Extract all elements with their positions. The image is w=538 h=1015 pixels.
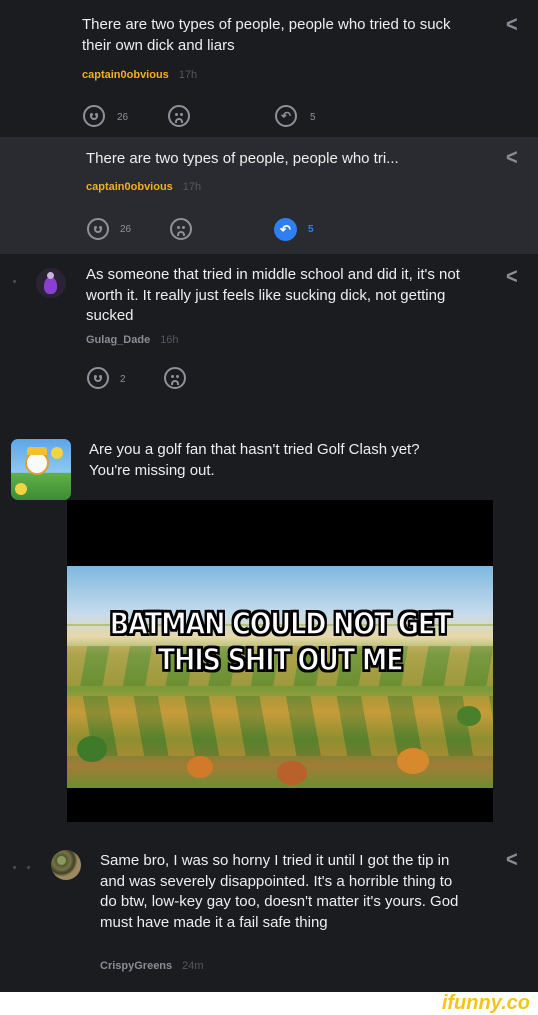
smile-icon[interactable]	[83, 105, 105, 127]
comment-meta: captain0obvious 17h	[86, 181, 201, 193]
avatar[interactable]	[36, 268, 66, 298]
thread-dot	[13, 280, 16, 283]
comment-text: As someone that tried in middle school a…	[86, 266, 460, 324]
avatar[interactable]	[51, 850, 81, 880]
unsmile-icon[interactable]	[168, 105, 190, 127]
thread-dot	[27, 866, 30, 869]
watermark-bar: ifunny.co	[0, 992, 538, 1015]
comment-text: There are two types of people, people wh…	[82, 16, 451, 54]
comment-time: 17h	[182, 181, 202, 193]
smile-count: 26	[117, 112, 129, 123]
reply-icon[interactable]: ↶	[275, 105, 297, 127]
comment-time: 17h	[178, 69, 198, 81]
reply-count: 5	[310, 112, 316, 123]
comment-meta: CrispyGreens 24m	[100, 960, 204, 972]
ad-video[interactable]: BATMAN COULD NOT GET THIS SHIT OUT ME	[67, 500, 493, 822]
smile-count: 26	[120, 224, 132, 235]
share-icon[interactable]: <	[506, 146, 518, 171]
unsmile-icon[interactable]	[170, 218, 192, 240]
comment-meta: captain0obvious 17h	[82, 69, 197, 81]
comment-parent: There are two types of people, people wh…	[0, 0, 538, 137]
thread-dot	[13, 866, 16, 869]
comment-username[interactable]: CrispyGreens	[100, 960, 172, 972]
sponsored-ad[interactable]: Are you a golf fan that hasn't tried Gol…	[0, 436, 538, 826]
comment-username[interactable]: captain0obvious	[82, 69, 169, 81]
golf-clash-app-icon	[11, 439, 71, 500]
meme-caption-line-1: BATMAN COULD NOT GET	[109, 607, 452, 643]
smile-count: 2	[120, 374, 126, 385]
comment-text: There are two types of people, people wh…	[86, 150, 399, 167]
unsmile-icon[interactable]	[164, 367, 186, 389]
reply-active-icon[interactable]: ↶	[274, 218, 297, 241]
comment-time: 24m	[182, 960, 204, 972]
ad-text: Are you a golf fan that hasn't tried Gol…	[89, 441, 420, 479]
comment-username[interactable]: Gulag_Dade	[86, 334, 150, 346]
comment-meta: Gulag_Dade 16h	[86, 334, 179, 346]
meme-caption-line-2: THIS SHIT OUT ME	[157, 643, 404, 679]
ifunny-watermark: ifunny.co	[441, 992, 530, 1014]
smile-icon[interactable]	[87, 218, 109, 240]
share-icon[interactable]: <	[506, 13, 518, 38]
comment-text: Same bro, I was so horny I tried it unti…	[100, 852, 459, 931]
comment-selected[interactable]: There are two types of people, people wh…	[0, 137, 538, 254]
comment-reply: As someone that tried in middle school a…	[0, 254, 538, 404]
reply-count: 5	[308, 224, 314, 235]
share-icon[interactable]: <	[506, 848, 518, 873]
smile-icon[interactable]	[87, 367, 109, 389]
comment-time: 16h	[160, 334, 179, 346]
comment-username[interactable]: captain0obvious	[86, 181, 173, 193]
share-icon[interactable]: <	[506, 265, 518, 290]
comment-reply: Same bro, I was so horny I tried it unti…	[0, 840, 538, 980]
